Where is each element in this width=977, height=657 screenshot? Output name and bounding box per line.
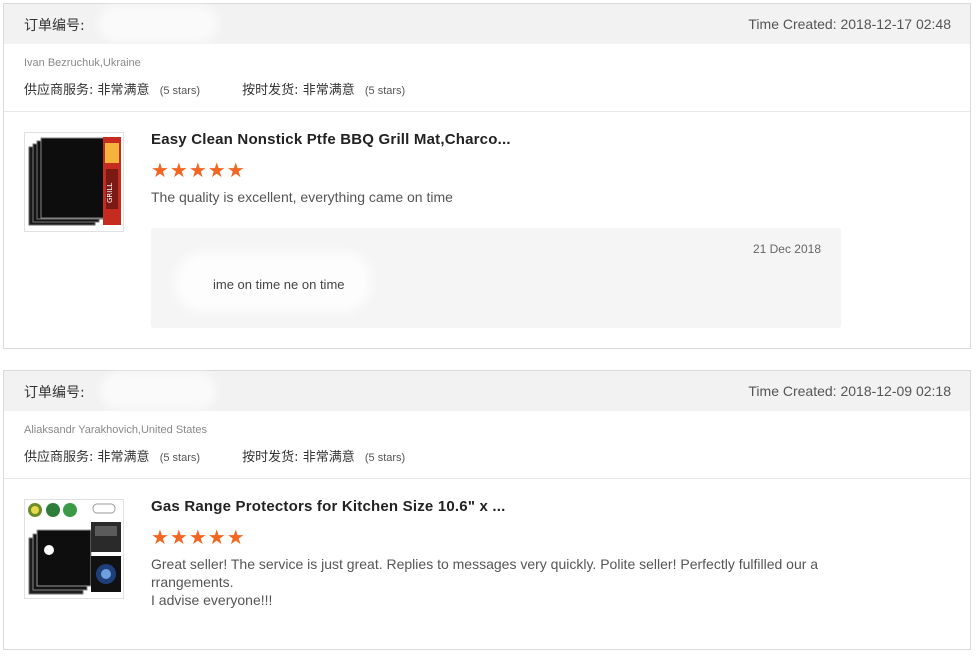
time-created: Time Created: 2018-12-09 02:18 (748, 383, 951, 399)
order-card: 订单编号: Time Created: 2018-12-09 02:18 Ali… (3, 370, 971, 650)
seller-reply: 21 Dec 2018 ime on time ne on time (151, 228, 841, 328)
order-number-label: 订单编号: (24, 18, 85, 34)
product-title-link[interactable]: Easy Clean Nonstick Ptfe BBQ Grill Mat,C… (151, 131, 511, 148)
feedback-text: Great seller! The service is just great.… (151, 556, 819, 608)
buyer-info: Aliaksandr Yarakhovich,United States 供应商… (4, 411, 970, 479)
shipping-label: 按时发货: (242, 83, 299, 98)
supplier-service-stars: (5 stars) (159, 85, 201, 97)
order-header: 订单编号: Time Created: 2018-12-09 02:18 (4, 371, 970, 411)
buyer-name: Aliaksandr Yarakhovich,United States (24, 424, 208, 436)
supplier-service-label: 供应商服务: (24, 450, 94, 465)
shipping-value: 非常满意 (302, 83, 355, 98)
order-header: 订单编号: Time Created: 2018-12-17 02:48 (4, 4, 970, 44)
order-number-label: 订单编号: (24, 385, 85, 401)
reply-text: ime on time ne on time (213, 277, 345, 292)
shipping-rating: 按时发货: 非常满意 (5 stars) (242, 79, 405, 98)
order-number-redacted (104, 12, 212, 36)
product-title-link[interactable]: Gas Range Protectors for Kitchen Size 10… (151, 498, 506, 515)
shipping-rating: 按时发货: 非常满意 (5 stars) (242, 446, 405, 465)
reply-date: 21 Dec 2018 (752, 242, 821, 256)
grill-mat-product-image: GRILL (25, 133, 123, 231)
feedback-stars: ★★★★★ (151, 158, 246, 182)
supplier-service-stars: (5 stars) (159, 452, 201, 464)
supplier-service-rating: 供应商服务: 非常满意 (5 stars) (24, 446, 200, 465)
gas-range-protector-product-image (25, 500, 123, 598)
shipping-value: 非常满意 (302, 450, 355, 465)
seller-ratings: 供应商服务: 非常满意 (5 stars) 按时发货: 非常满意 (5 star… (24, 446, 405, 465)
svg-text:GRILL: GRILL (106, 183, 114, 203)
shipping-stars: (5 stars) (364, 452, 406, 464)
time-created: Time Created: 2018-12-17 02:48 (748, 16, 951, 32)
buyer-name: Ivan Bezruchuk,Ukraine (24, 57, 141, 69)
supplier-service-value: 非常满意 (97, 83, 150, 98)
feedback-text: The quality is excellent, everything cam… (151, 189, 453, 205)
order-card: 订单编号: Time Created: 2018-12-17 02:48 Iva… (3, 3, 971, 349)
shipping-label: 按时发货: (242, 450, 299, 465)
supplier-service-label: 供应商服务: (24, 83, 94, 98)
supplier-service-value: 非常满意 (97, 450, 150, 465)
buyer-info: Ivan Bezruchuk,Ukraine 供应商服务: 非常满意 (5 st… (4, 44, 970, 112)
supplier-service-rating: 供应商服务: 非常满意 (5 stars) (24, 79, 200, 98)
shipping-stars: (5 stars) (364, 85, 406, 97)
product-thumbnail[interactable]: GRILL (24, 132, 124, 232)
feedback-stars: ★★★★★ (151, 525, 246, 549)
seller-ratings: 供应商服务: 非常满意 (5 stars) 按时发货: 非常满意 (5 star… (24, 79, 405, 98)
product-thumbnail[interactable] (24, 499, 124, 599)
order-number-redacted (106, 379, 210, 403)
